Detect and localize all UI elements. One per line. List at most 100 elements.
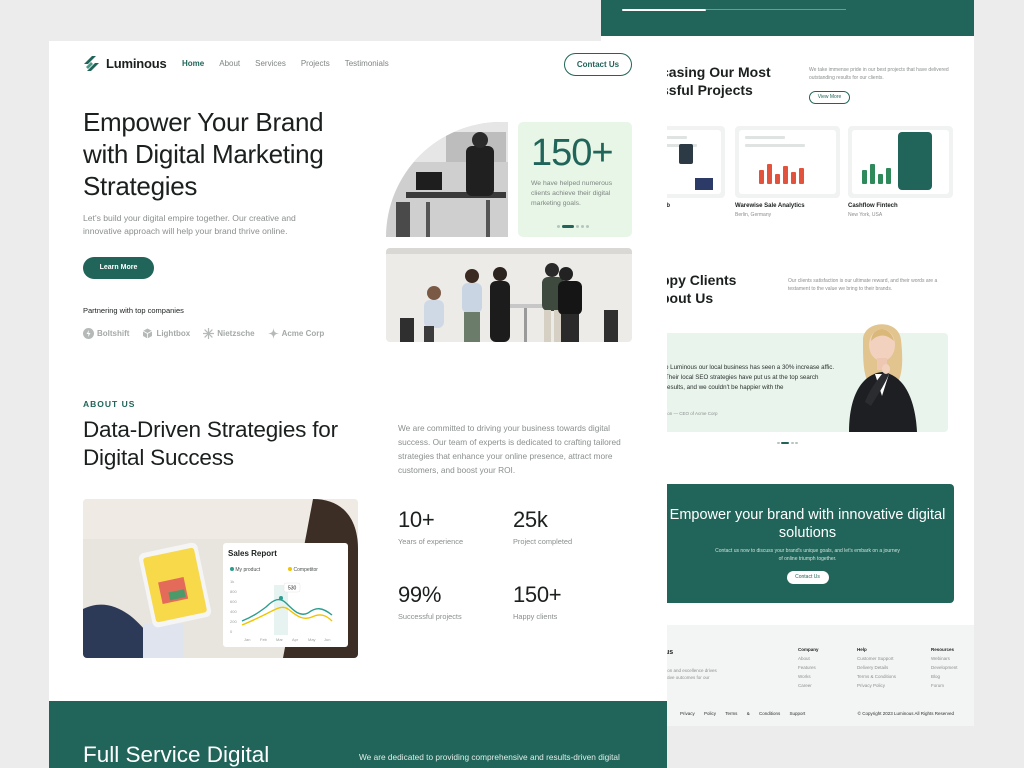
project-screenshot	[739, 130, 836, 194]
nav-testimonials[interactable]: Testimonials	[345, 59, 389, 68]
terms-link[interactable]: Terms & Conditions	[725, 711, 780, 716]
stat-label: Years of experience	[398, 537, 464, 546]
footer-column-resources: Resources Webinars Development Blog Foru…	[931, 645, 958, 690]
sales-report-legend: My product Competitor	[230, 567, 318, 573]
tooltip-value: 530	[288, 586, 297, 592]
client-portrait	[849, 324, 917, 432]
privacy-link[interactable]: Privacy Policy	[680, 711, 716, 716]
footer-link[interactable]: Terms & Conditions	[857, 672, 896, 681]
copyright: © Copyright 2023 Luminous All Rights Res…	[857, 711, 954, 716]
starburst-icon	[203, 328, 215, 339]
stat-value: 10+	[398, 507, 435, 532]
project-card-2[interactable]	[735, 126, 840, 198]
front-page: Luminous Home About Services Projects Te…	[49, 41, 667, 768]
cube-icon	[143, 328, 153, 339]
stat-projects: 25k Project completed	[513, 507, 623, 546]
project-screenshot	[852, 130, 949, 194]
partner-name: Lightbox	[156, 329, 191, 338]
legend-my-product: My product	[230, 567, 260, 573]
testimonial-author: son — CEO of Acme Corp	[665, 411, 718, 416]
footer-col-head: Company	[798, 647, 819, 652]
about-title: Data-Driven Strategies for Digital Succe…	[83, 417, 338, 470]
footer-link[interactable]: Career	[798, 681, 819, 690]
stat-label: Happy clients	[513, 612, 558, 621]
sales-line-chart: 1k 800 600 400 200 0 Jan Feb Mar Apr May…	[230, 579, 333, 642]
nav-about[interactable]: About	[219, 59, 240, 68]
footer-link[interactable]: Privacy Policy	[857, 681, 896, 690]
cta-banner: Empower your brand with innovative digit…	[661, 484, 954, 603]
brand-name: Luminous	[106, 56, 167, 71]
y-tick: 600	[230, 599, 237, 604]
project-name-2: Warewise Sale Analytics	[735, 203, 805, 209]
footer-link[interactable]: Forum	[931, 681, 958, 690]
services-section: Full Service Digital We are dedicated to…	[49, 701, 667, 768]
y-tick: 1k	[230, 579, 234, 584]
project-name-3: Cashflow Fintech	[848, 203, 898, 209]
footer-link[interactable]: Delivery Details	[857, 663, 896, 672]
support-link[interactable]: Support	[789, 711, 805, 716]
x-tick: Jan	[244, 637, 250, 642]
contact-us-button[interactable]: Contact Us	[564, 53, 632, 76]
nav-projects[interactable]: Projects	[301, 59, 330, 68]
tooltip-point	[279, 596, 283, 600]
footer-link[interactable]: Features	[798, 663, 819, 672]
project-location-3: New York, USA	[848, 212, 883, 218]
partner-logos: Boltshift Lightbox Nietzsche Acme Corp	[83, 328, 324, 339]
stat-label: Successful projects	[398, 612, 462, 621]
project-location-2: Berlin, Germany	[735, 212, 772, 218]
bolt-icon	[83, 328, 94, 339]
stat-clients: 150+ Happy clients	[513, 582, 623, 621]
y-tick: 200	[230, 619, 237, 624]
nav-home[interactable]: Home	[182, 59, 204, 68]
x-tick: May	[308, 637, 316, 642]
footer-col-head: Resources	[931, 647, 955, 652]
slider-indicator-track	[706, 9, 846, 10]
view-more-button[interactable]: View More	[809, 91, 850, 104]
footer-link[interactable]: Works	[798, 672, 819, 681]
brand-logo[interactable]: Luminous	[83, 55, 167, 72]
testimonial-pagination	[777, 442, 801, 445]
hero-title: Empower Your Brand with Digital Marketin…	[83, 107, 324, 201]
services-title: Full Service Digital	[83, 742, 270, 767]
footer-link[interactable]: Development	[931, 663, 958, 672]
cta-contact-button[interactable]: Contact Us	[786, 571, 829, 584]
main-nav: Home About Services Projects Testimonial…	[182, 59, 404, 68]
x-tick: Feb	[260, 637, 268, 642]
x-tick: Mar	[276, 637, 284, 642]
partner-acme: Acme Corp	[267, 328, 325, 339]
stat-value: 99%	[398, 582, 442, 607]
project-card-3[interactable]	[848, 126, 953, 198]
learn-more-button[interactable]: Learn More	[83, 257, 154, 279]
x-tick: Apr	[292, 637, 299, 642]
footer: us tion and excellence drives ative outc…	[661, 625, 974, 726]
stat-value: 25k	[513, 507, 548, 532]
partner-name: Boltshift	[97, 329, 130, 338]
footer-link[interactable]: Blog	[931, 672, 958, 681]
footer-column-help: Help Customer Support Delivery Details T…	[857, 645, 896, 690]
footer-link[interactable]: Webinars	[931, 654, 958, 663]
partner-lightbox: Lightbox	[142, 328, 190, 339]
highlight-column	[274, 585, 288, 635]
partner-name: Acme Corp	[281, 329, 325, 338]
partner-boltshift: Boltshift	[83, 328, 129, 339]
projects-title: casing Our Most ssful Projects	[661, 63, 811, 99]
stat-label: Project completed	[513, 537, 573, 546]
projects-title-line-2: ssful Projects	[661, 82, 753, 98]
footer-bottom-links: Privacy Policy Terms & Conditions Suppor…	[680, 711, 805, 716]
clients-stat-text: We have helped numerous clients achieve …	[531, 180, 613, 207]
about-kicker: ABOUT US	[83, 399, 136, 409]
footer-link[interactable]: About	[798, 654, 819, 663]
legend-label: Competitor	[293, 567, 318, 573]
about-photo: Sales Report My product Competitor 1k 80…	[83, 499, 358, 658]
clients-stat-card: 150+ We have helped numerous clients ach…	[518, 122, 632, 237]
services-text: We are dedicated to providing comprehens…	[359, 752, 620, 762]
footer-link[interactable]: Customer Support	[857, 654, 896, 663]
partners-title: Partnering with top companies	[83, 306, 184, 315]
hero-photo-team	[386, 248, 632, 342]
slider-indicator-active	[622, 9, 706, 11]
projects-desc: We take immense pride in our best projec…	[809, 67, 949, 81]
cta-text: Contact us now to discuss your brand's u…	[715, 548, 900, 562]
stat-value: 150+	[513, 582, 562, 607]
hero-photo-office	[386, 122, 508, 237]
nav-services[interactable]: Services	[255, 59, 286, 68]
